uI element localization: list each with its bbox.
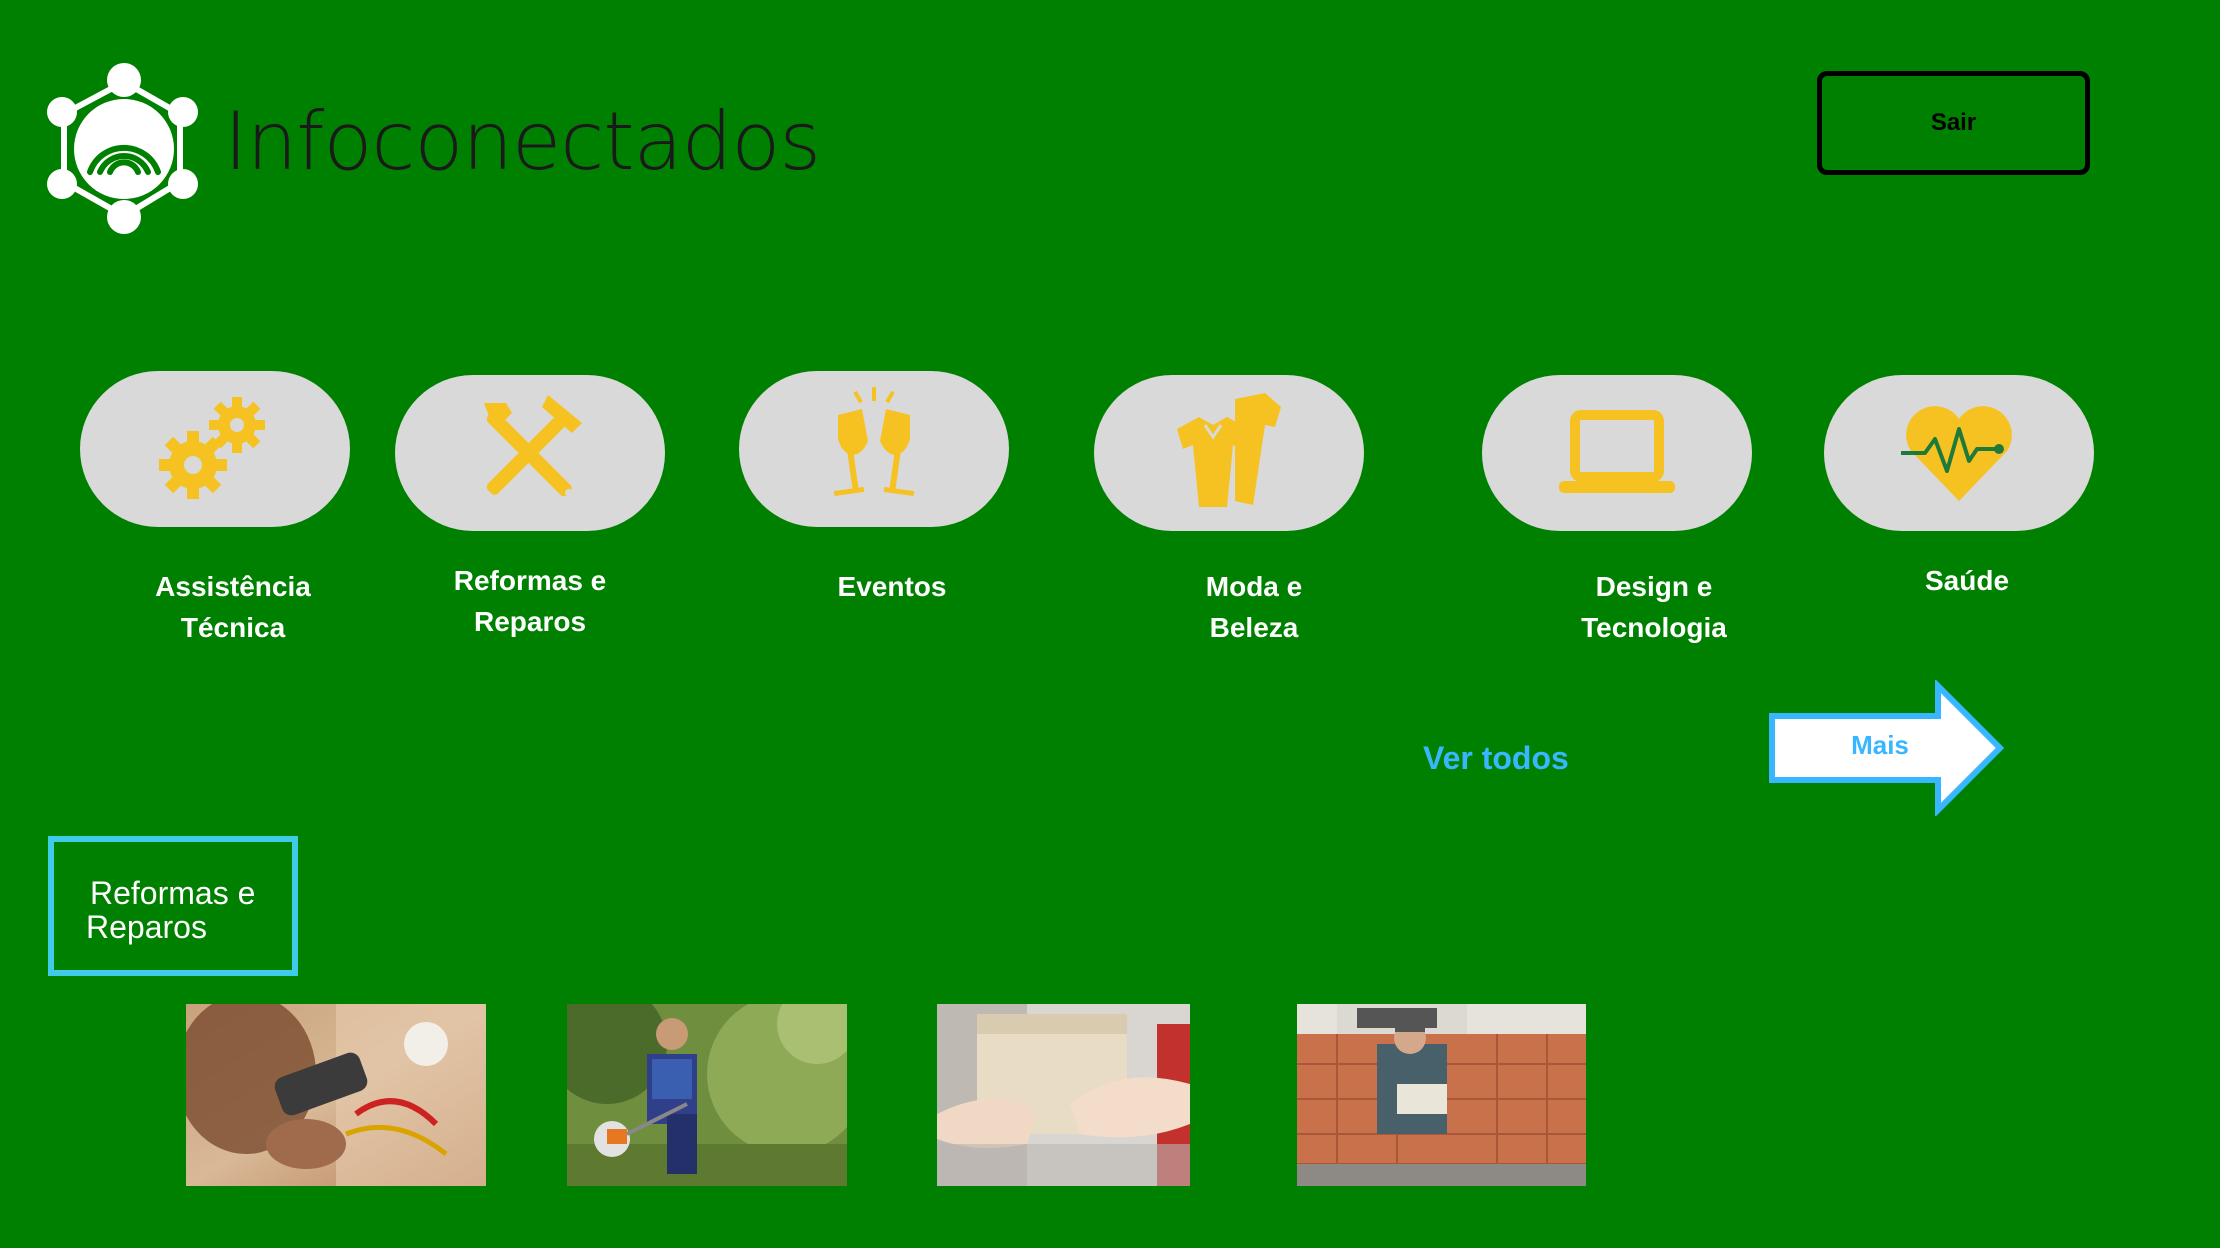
category-design-tecnologia[interactable]: [1482, 375, 1752, 531]
clothing-icon: [1177, 393, 1281, 507]
category-label-eventos: Eventos: [837, 571, 947, 602]
gears-icon: [159, 397, 265, 499]
logout-button[interactable]: Sair: [1817, 71, 2090, 175]
champagne-icon: [833, 387, 915, 497]
gardener-trimmer-photo[interactable]: [567, 1004, 847, 1186]
logo-icon: [47, 63, 198, 234]
bricklayer-photo[interactable]: [1297, 1004, 1586, 1186]
more-button-label: Mais: [1851, 730, 1909, 760]
tools-icon: [484, 395, 582, 497]
section-title-reformas-reparos[interactable]: Reformas e Reparos: [48, 836, 298, 976]
category-label-saude: Saúde: [1924, 565, 2010, 596]
category-moda-beleza[interactable]: [1094, 375, 1364, 531]
category-saude[interactable]: [1824, 375, 2094, 531]
see-all-link[interactable]: Ver todos: [1423, 740, 1569, 777]
category-label-assistencia-tecnica: Assistência Técnica: [155, 571, 311, 643]
laptop-icon: [1559, 410, 1675, 493]
brand-title: Infoconectados: [224, 95, 821, 188]
electrician-wiring-photo[interactable]: [186, 1004, 486, 1186]
category-reformas-reparos[interactable]: [395, 375, 665, 531]
category-assistencia-tecnica[interactable]: [80, 371, 350, 527]
heart-pulse-icon: [1901, 406, 2012, 501]
package-handoff-photo[interactable]: [937, 1004, 1190, 1186]
category-eventos[interactable]: [739, 371, 1009, 527]
category-label-moda-beleza: Moda e Beleza: [1205, 571, 1303, 643]
category-label-reformas-reparos: Reformas e Reparos: [453, 565, 607, 637]
category-label-design-tecnologia: Design e Tecnologia: [1581, 571, 1727, 643]
